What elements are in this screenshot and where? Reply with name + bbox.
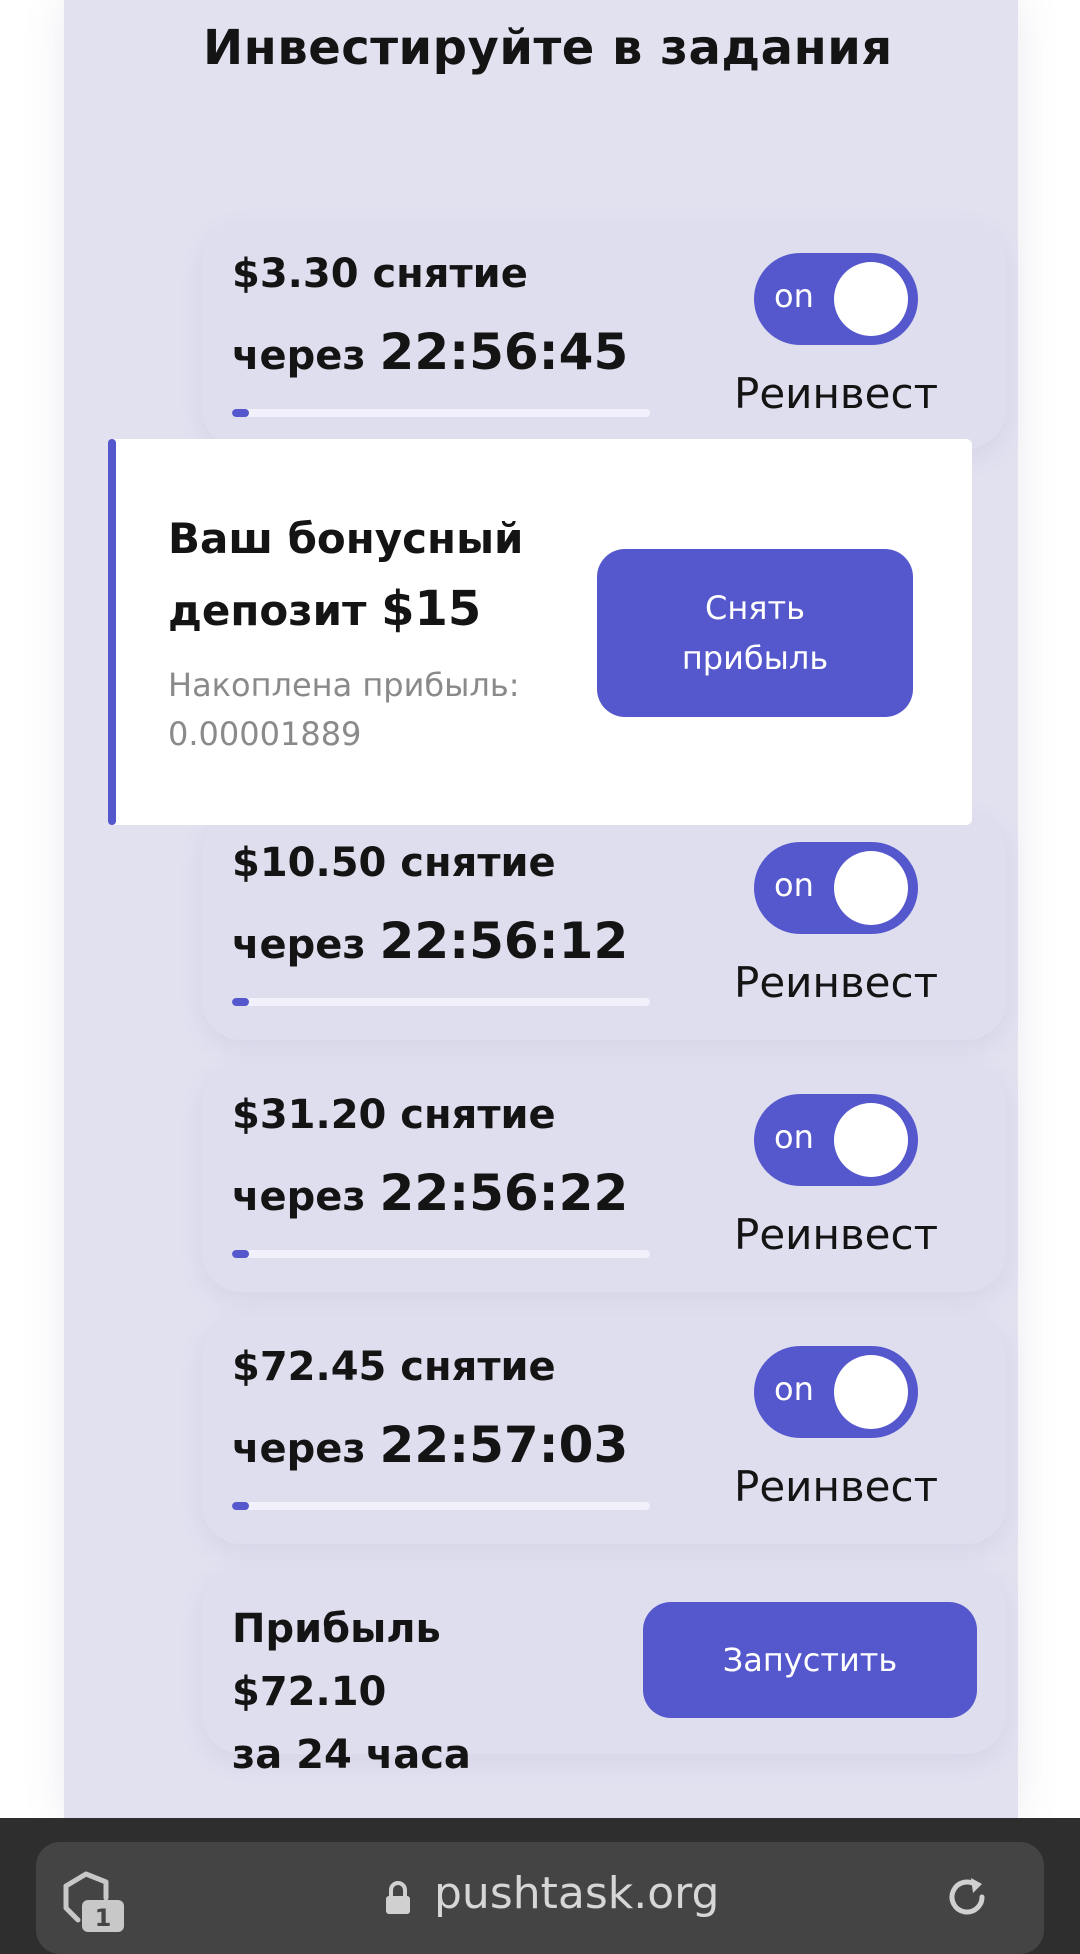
timer-prefix: через: [232, 1174, 366, 1220]
profit-line-2: за 24 часа: [232, 1732, 471, 1778]
tab-count: 1: [95, 1904, 112, 1932]
reload-icon[interactable]: [944, 1874, 990, 1920]
accrued-label: Накоплена прибыль:: [168, 666, 520, 704]
bonus-amount: $15: [381, 581, 482, 637]
countdown-timer: 22:56:12: [379, 912, 629, 970]
withdraw-profit-button[interactable]: Снять прибыль: [597, 549, 913, 717]
timer-prefix: через: [232, 922, 366, 968]
accrued-value: 0.00001889: [168, 715, 362, 753]
toggle-knob: [834, 1103, 908, 1177]
toggle-knob: [834, 851, 908, 925]
task-card: $3.30 снятие через 22:56:45 on Реинвест: [202, 223, 1006, 449]
profit-card: Прибыль $72.10 за 24 часа Запустить: [202, 1568, 1006, 1778]
address-bar[interactable]: 1 pushtask.org: [36, 1842, 1044, 1954]
lock-icon: [386, 1881, 410, 1914]
reinvest-label: Реинвест: [734, 958, 939, 1007]
profit-line-1: Прибыль $72.10: [232, 1606, 441, 1715]
withdraw-button-line-2: прибыль: [681, 639, 829, 677]
reinvest-label: Реинвест: [734, 1210, 939, 1259]
task-progress-bar: [232, 1502, 650, 1510]
launch-button[interactable]: Запустить: [643, 1602, 977, 1718]
task-progress-fill: [232, 998, 249, 1006]
reinvest-toggle[interactable]: on: [754, 1346, 918, 1438]
countdown-timer: 22:56:22: [379, 1164, 629, 1222]
task-amount: $31.20 снятие: [232, 1092, 556, 1138]
toggle-state-text: on: [774, 277, 814, 315]
page-title: Инвестируйте в задания: [203, 20, 893, 76]
task-timer-line: через 22:56:45: [232, 323, 628, 381]
browser-bottom-bar: 1 pushtask.org: [0, 1818, 1080, 1954]
tabs-icon[interactable]: 1: [60, 1868, 128, 1936]
task-timer-line: через 22:56:12: [232, 912, 628, 970]
bonus-deposit-card: Ваш бонусный депозит $15 Накоплена прибы…: [108, 439, 972, 825]
reinvest-label: Реинвест: [734, 369, 939, 418]
task-amount: $72.45 снятие: [232, 1344, 556, 1390]
task-progress-bar: [232, 409, 650, 417]
task-progress-fill: [232, 1502, 249, 1510]
timer-prefix: через: [232, 333, 366, 379]
task-amount: $10.50 снятие: [232, 840, 556, 886]
task-progress-bar: [232, 1250, 650, 1258]
bonus-accent-bar: [108, 439, 116, 825]
reinvest-toggle[interactable]: on: [754, 1094, 918, 1186]
reinvest-toggle[interactable]: on: [754, 842, 918, 934]
toggle-state-text: on: [774, 1118, 814, 1156]
countdown-timer: 22:56:45: [379, 323, 629, 381]
bonus-title: Ваш бонусный депозит $15: [168, 503, 528, 646]
toggle-knob: [834, 1355, 908, 1429]
task-card: $10.50 снятие через 22:56:12 on Реинвест: [202, 812, 1006, 1040]
withdraw-button-label: Снять прибыль: [682, 583, 828, 683]
task-progress-bar: [232, 998, 650, 1006]
timer-prefix: через: [232, 1426, 366, 1472]
toggle-knob: [834, 262, 908, 336]
withdraw-button-line-1: Снять: [704, 589, 805, 627]
task-progress-fill: [232, 409, 249, 417]
task-timer-line: через 22:57:03: [232, 1416, 628, 1474]
toggle-state-text: on: [774, 866, 814, 904]
accrued-profit: Накоплена прибыль: 0.00001889: [168, 661, 568, 759]
reinvest-label: Реинвест: [734, 1462, 939, 1511]
toggle-state-text: on: [774, 1370, 814, 1408]
reinvest-toggle[interactable]: on: [754, 253, 918, 345]
countdown-timer: 22:57:03: [379, 1416, 629, 1474]
task-progress-fill: [232, 1250, 249, 1258]
task-card: $31.20 снятие через 22:56:22 on Реинвест: [202, 1064, 1006, 1292]
task-amount: $3.30 снятие: [232, 251, 528, 297]
task-timer-line: через 22:56:22: [232, 1164, 628, 1222]
profit-summary: Прибыль $72.10 за 24 часа: [232, 1598, 602, 1787]
main-panel: Инвестируйте в задания $3.30 снятие чере…: [64, 0, 1018, 1818]
task-card: $72.45 снятие через 22:57:03 on Реинвест: [202, 1316, 1006, 1544]
url-text[interactable]: pushtask.org: [434, 1868, 719, 1919]
